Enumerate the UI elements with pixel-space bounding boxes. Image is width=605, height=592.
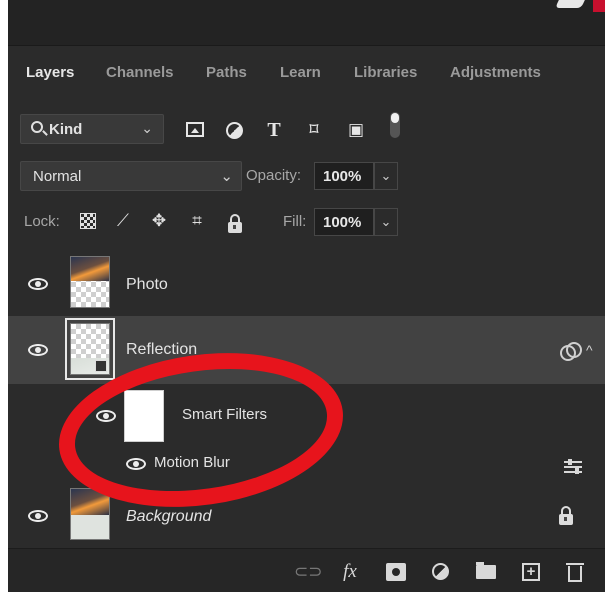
smart-filters-label[interactable]: Smart Filters — [182, 406, 267, 423]
ground-area — [71, 515, 109, 539]
layer-photo[interactable]: Photo — [8, 252, 605, 314]
panel-tabs: Layers Channels Paths Learn Libraries Ad… — [8, 46, 605, 96]
layer-name[interactable]: Photo — [126, 276, 168, 294]
chevron-down-icon: ⌄ — [141, 120, 153, 136]
adjustment-filter-icon[interactable] — [226, 122, 243, 139]
lock-row: Lock: ⟋ ✥ ⌗ Fill: 100% ⌄ — [8, 202, 605, 242]
smart-filter-link-icon[interactable] — [560, 342, 582, 362]
group-folder-icon[interactable] — [476, 562, 496, 579]
blend-mode-value: Normal — [33, 168, 82, 185]
opacity-value: 100% — [323, 168, 362, 185]
filter-name[interactable]: Motion Blur — [154, 454, 230, 471]
layer-thumbnail — [70, 488, 110, 540]
layer-background[interactable]: Background — [8, 484, 605, 546]
opacity-input[interactable]: 100% — [314, 162, 374, 190]
tab-adjustments[interactable]: Adjustments — [450, 64, 541, 81]
type-filter-icon[interactable]: T — [264, 120, 284, 140]
lock-image-pixels-icon[interactable]: ⟋ — [114, 212, 132, 230]
visibility-eye-icon[interactable] — [28, 278, 48, 290]
fill-input[interactable]: 100% — [314, 208, 374, 236]
lock-transparent-pixels-icon[interactable] — [80, 213, 96, 229]
opacity-dropdown-button[interactable]: ⌄ — [374, 162, 398, 190]
layer-name[interactable]: Background — [126, 508, 211, 526]
layer-thumbnail — [70, 323, 110, 375]
opacity-label: Opacity: — [246, 167, 302, 184]
link-layers-icon[interactable]: ⊂⊃ — [294, 563, 323, 581]
blend-mode-dropdown[interactable]: Normal ⌄ — [20, 161, 242, 191]
layers-list: Photo Reflection ^ Smart Filters Motion … — [8, 248, 605, 548]
fx-icon[interactable]: fx — [340, 562, 360, 581]
smart-object-filter-icon[interactable]: ▣ — [346, 120, 366, 140]
sunset-image — [71, 257, 109, 281]
tab-channels[interactable]: Channels — [106, 64, 174, 81]
kind-filter-dropdown[interactable]: Kind ⌄ — [20, 114, 164, 144]
layer-thumbnail — [70, 256, 110, 308]
menu-mark-icon — [555, 0, 585, 8]
lock-position-icon[interactable]: ✥ — [150, 212, 168, 230]
visibility-eye-icon[interactable] — [96, 410, 116, 422]
new-layer-icon[interactable]: + — [522, 563, 540, 581]
visibility-eye-icon[interactable] — [28, 344, 48, 356]
filter-row: Kind ⌄ T ⌑ ▣ — [8, 108, 605, 148]
lock-label: Lock: — [24, 213, 60, 230]
kind-label: Kind — [49, 121, 83, 138]
sunset-image — [71, 489, 109, 515]
fill-value: 100% — [323, 214, 362, 231]
visibility-eye-icon[interactable] — [28, 510, 48, 522]
search-icon — [31, 121, 43, 133]
tab-layers[interactable]: Layers — [19, 46, 81, 96]
lock-artboard-icon[interactable]: ⌗ — [188, 212, 206, 230]
shape-filter-icon[interactable]: ⌑ — [304, 120, 324, 140]
layers-panel: Layers Channels Paths Learn Libraries Ad… — [8, 0, 605, 592]
chevron-down-icon: ⌄ — [220, 168, 233, 185]
fill-label: Fill: — [283, 213, 307, 230]
smart-filter-mask-thumbnail — [124, 390, 164, 442]
image-filter-icon[interactable] — [186, 122, 204, 137]
adjustment-layer-icon[interactable] — [432, 563, 449, 580]
filter-blending-options-icon[interactable] — [564, 459, 582, 474]
layer-reflection[interactable]: Reflection ^ — [8, 316, 605, 384]
filter-motion-blur[interactable]: Motion Blur — [8, 448, 605, 482]
panel-bottom-bar: ⊂⊃ fx + — [8, 548, 605, 592]
tab-learn[interactable]: Learn — [280, 64, 321, 81]
visibility-eye-icon[interactable] — [126, 458, 146, 470]
fill-dropdown-button[interactable]: ⌄ — [374, 208, 398, 236]
accent-corner — [593, 0, 605, 12]
tab-libraries[interactable]: Libraries — [354, 64, 417, 81]
trash-icon[interactable] — [566, 563, 584, 582]
panel-top-strip — [8, 0, 605, 46]
smart-filters-row[interactable]: Smart Filters — [8, 386, 605, 448]
layer-locked-icon[interactable] — [559, 506, 573, 525]
lock-all-icon[interactable] — [228, 214, 242, 233]
layer-mask-icon[interactable] — [386, 563, 406, 581]
smart-object-badge-icon — [95, 360, 107, 372]
tab-paths[interactable]: Paths — [206, 64, 247, 81]
collapse-caret-icon[interactable]: ^ — [586, 342, 593, 358]
layer-name[interactable]: Reflection — [126, 341, 197, 359]
filter-toggle[interactable] — [390, 112, 400, 138]
blend-row: Normal ⌄ Opacity: 100% ⌄ — [8, 156, 605, 196]
